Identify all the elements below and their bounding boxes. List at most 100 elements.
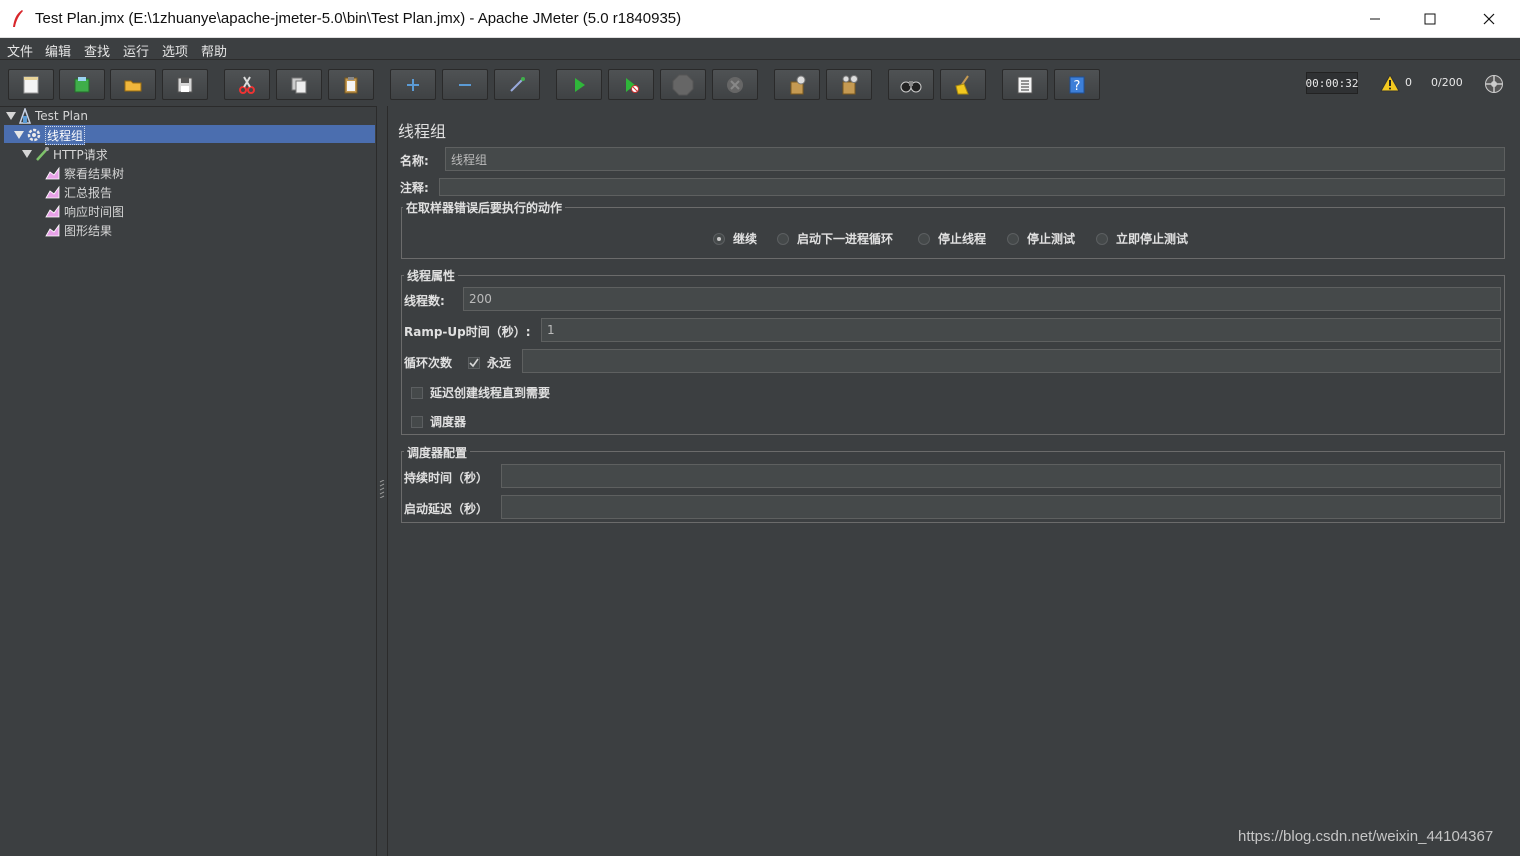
- tree-item-label: 察看结果树: [64, 166, 125, 181]
- radio-dot[interactable]: [713, 232, 725, 245]
- tree-item-view-results-tree[interactable]: 察看结果树: [45, 164, 124, 182]
- close-icon: [1483, 13, 1495, 25]
- tree-item-label: 响应时间图: [64, 204, 125, 219]
- minimize-button[interactable]: [1346, 0, 1404, 38]
- tree-item-label: 图形结果: [64, 223, 113, 238]
- error-action-group-title: 在取样器错误后要执行的动作: [403, 199, 566, 216]
- toolbar: ? 00:00:32 0 0/200: [0, 60, 1520, 106]
- radio-start-next-loop[interactable]: 启动下一进程循环: [777, 230, 893, 247]
- splitter-grip-icon[interactable]: [379, 480, 385, 498]
- stop-icon: [672, 74, 694, 95]
- help-button[interactable]: ?: [1054, 69, 1100, 100]
- cut-button[interactable]: [224, 69, 270, 100]
- clear-all-button[interactable]: [826, 69, 872, 100]
- tree-item-graph-results[interactable]: 图形结果: [45, 221, 112, 239]
- checkbox-box[interactable]: [411, 415, 423, 428]
- start-button[interactable]: [556, 69, 602, 100]
- clear-button[interactable]: [774, 69, 820, 100]
- copy-button[interactable]: [276, 69, 322, 100]
- comment-label: 注释:: [400, 181, 429, 195]
- delay-thread-creation-checkbox[interactable]: 延迟创建线程直到需要: [411, 384, 550, 401]
- duration-input[interactable]: [501, 464, 1501, 488]
- comment-input[interactable]: [439, 178, 1505, 196]
- checkbox-box[interactable]: [468, 356, 480, 369]
- paste-icon: [344, 76, 358, 93]
- tree-item-label: 汇总报告: [64, 185, 113, 200]
- expanded-toggle-icon[interactable]: [6, 111, 16, 121]
- scheduler-checkbox[interactable]: 调度器: [411, 413, 466, 430]
- search-button[interactable]: [888, 69, 934, 100]
- shutdown-button[interactable]: [712, 69, 758, 100]
- loop-count-input[interactable]: [522, 349, 1501, 373]
- menu-run[interactable]: 运行: [123, 41, 149, 60]
- startup-delay-input[interactable]: [501, 495, 1501, 519]
- test-plan-icon: [18, 108, 32, 124]
- graph-icon: [45, 223, 60, 237]
- checkmark-icon: [469, 358, 479, 367]
- stop-button[interactable]: [660, 69, 706, 100]
- panel-splitter[interactable]: [377, 106, 387, 856]
- tree-item-label: HTTP请求: [53, 147, 108, 162]
- radio-stop-test[interactable]: 停止测试: [1007, 230, 1075, 247]
- expanded-toggle-icon[interactable]: [22, 149, 32, 159]
- new-button[interactable]: [8, 69, 54, 100]
- duration-label: 持续时间（秒）: [404, 471, 489, 485]
- plus-icon: [407, 78, 419, 91]
- save-button[interactable]: [162, 69, 208, 100]
- radio-label: 停止线程: [938, 232, 987, 246]
- minimize-icon: [1370, 18, 1380, 20]
- menu-bar: 文件 编辑 查找 运行 选项 帮助: [0, 38, 1520, 60]
- radio-dot[interactable]: [918, 232, 930, 245]
- graph-icon: [45, 204, 60, 218]
- expand-all-button[interactable]: [390, 69, 436, 100]
- reset-search-button[interactable]: [940, 69, 986, 100]
- threads-input[interactable]: 200: [463, 287, 1501, 311]
- radio-continue[interactable]: 继续: [713, 230, 757, 247]
- radio-dot[interactable]: [777, 232, 789, 245]
- elapsed-timer: 00:00:32: [1306, 72, 1359, 94]
- menu-options[interactable]: 选项: [162, 41, 188, 60]
- toggle-button[interactable]: [494, 69, 540, 100]
- tree-item-thread-group[interactable]: 线程组: [14, 125, 86, 145]
- minus-icon: [459, 83, 471, 86]
- menu-search[interactable]: 查找: [84, 41, 110, 60]
- maximize-button[interactable]: [1401, 0, 1459, 38]
- open-button[interactable]: [110, 69, 156, 100]
- radio-label: 继续: [733, 232, 758, 246]
- loop-count-label: 循环次数: [404, 356, 453, 370]
- collapse-all-button[interactable]: [442, 69, 488, 100]
- status-globe-icon[interactable]: [1484, 74, 1504, 94]
- rampup-label: Ramp-Up时间（秒）:: [404, 325, 531, 339]
- warning-icon[interactable]: [1380, 74, 1400, 92]
- radio-dot[interactable]: [1007, 232, 1019, 245]
- window-title: Test Plan.jmx (E:\1zhuanye\apache-jmeter…: [35, 10, 682, 27]
- templates-button[interactable]: [59, 69, 105, 100]
- forever-checkbox[interactable]: 永远: [468, 354, 511, 371]
- gear-icon: [27, 128, 41, 142]
- menu-file[interactable]: 文件: [7, 41, 33, 60]
- start-no-pauses-button[interactable]: [608, 69, 654, 100]
- radio-stop-thread[interactable]: 停止线程: [918, 230, 986, 247]
- scheduler-config-group-title: 调度器配置: [404, 444, 471, 461]
- expanded-toggle-icon[interactable]: [14, 130, 24, 140]
- broom-gear-icon: [790, 75, 806, 94]
- function-helper-button[interactable]: [1002, 69, 1048, 100]
- tree-item-summary-report[interactable]: 汇总报告: [45, 183, 112, 201]
- tree-item-response-time-graph[interactable]: 响应时间图: [45, 202, 124, 220]
- warning-count: 0: [1405, 76, 1412, 89]
- list-icon: [1017, 76, 1033, 93]
- radio-label: 启动下一进程循环: [797, 232, 894, 246]
- name-input[interactable]: 线程组: [445, 147, 1505, 171]
- rampup-input[interactable]: 1: [541, 318, 1501, 342]
- checkbox-box[interactable]: [411, 386, 423, 399]
- radio-stop-test-now[interactable]: 立即停止测试: [1096, 230, 1188, 247]
- menu-help[interactable]: 帮助: [201, 41, 227, 60]
- tree-item-test-plan[interactable]: Test Plan: [6, 107, 88, 125]
- tree-item-http-request[interactable]: HTTP请求: [22, 145, 108, 163]
- radio-dot[interactable]: [1096, 232, 1108, 245]
- paste-button[interactable]: [328, 69, 374, 100]
- maximize-icon: [1424, 13, 1436, 25]
- menu-edit[interactable]: 编辑: [45, 41, 71, 60]
- broom-gears-icon: [842, 74, 858, 94]
- close-button[interactable]: [1460, 0, 1518, 38]
